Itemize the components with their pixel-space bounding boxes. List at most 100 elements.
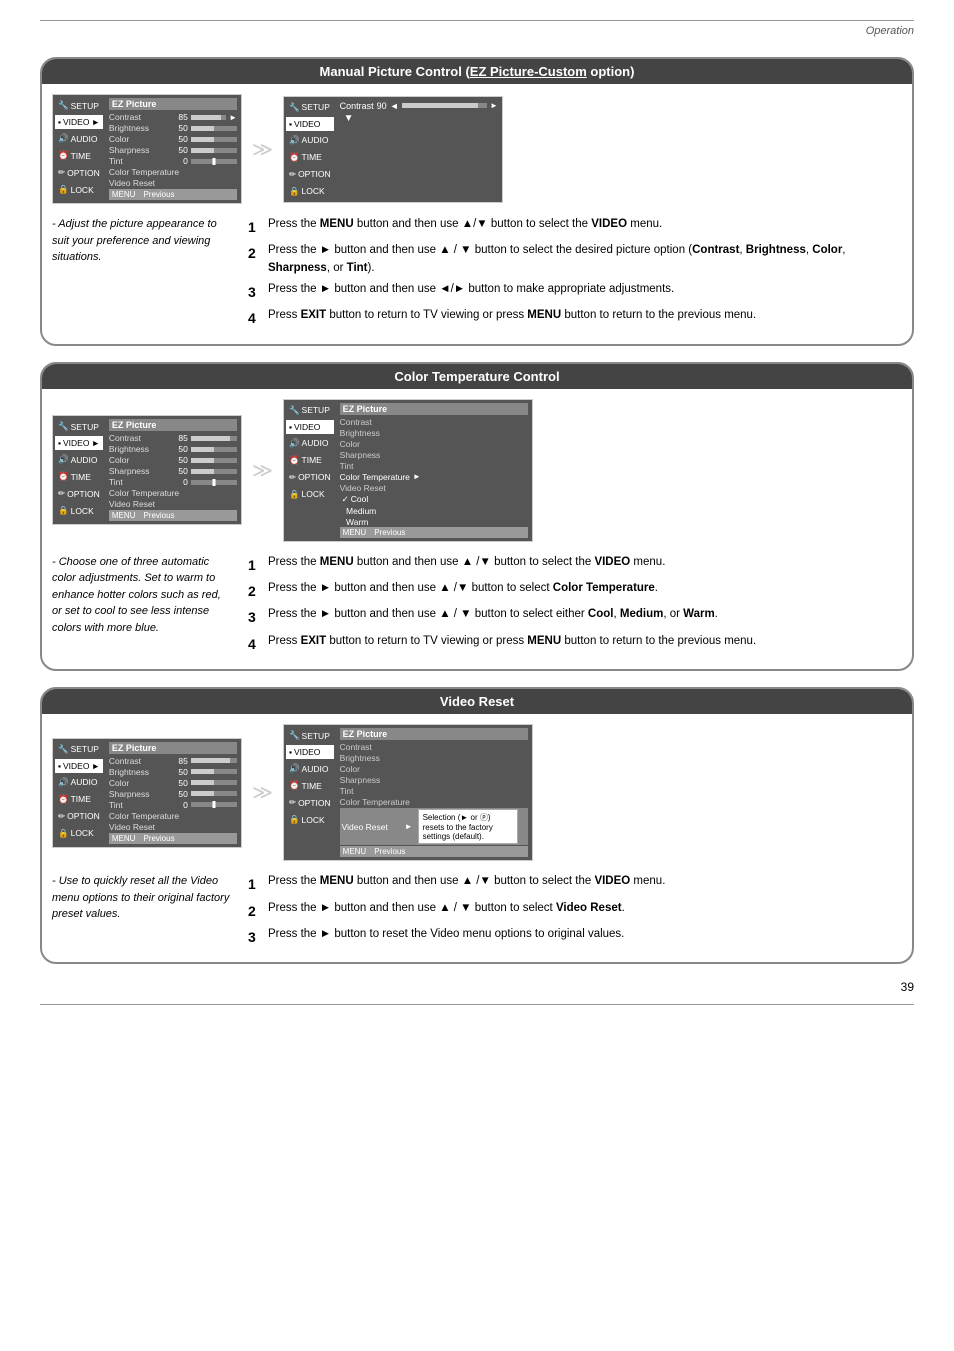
menu-sidebar-right1: 🔧 SETUP ▪ VIDEO 🔊 AUDIO ⏰ bbox=[284, 97, 336, 202]
s3-colortemp: Color Temperature bbox=[109, 811, 237, 821]
color-temp-options: ✓Cool Medium Warm bbox=[340, 494, 528, 527]
section3-panels: 🔧SETUP ▪VIDEO► 🔊AUDIO ⏰TIME ✏OPTION 🔒LOC… bbox=[52, 724, 902, 861]
step1-4-text: Press EXIT button to return to TV viewin… bbox=[268, 307, 902, 324]
section3-content: 🔧SETUP ▪VIDEO► 🔊AUDIO ⏰TIME ✏OPTION 🔒LOC… bbox=[42, 714, 912, 962]
color-value: 50 bbox=[172, 134, 188, 144]
tint-indicator bbox=[212, 158, 215, 165]
menu-bottom-previous: Previous bbox=[143, 190, 174, 199]
menu-sidebar-s2r: 🔧SETUP ▪VIDEO 🔊AUDIO ⏰TIME ✏OPTION 🔒LOCK bbox=[284, 400, 336, 541]
contrast-90-arrow-left: ◄ bbox=[390, 101, 399, 111]
ez-picture-header: EZ Picture bbox=[109, 98, 237, 110]
section1-content: 🔧 SETUP ▪ VIDEO ► 🔊 AUDIO bbox=[42, 84, 912, 344]
s2r-ez-header: EZ Picture bbox=[340, 403, 528, 415]
s2r-contrast: Contrast bbox=[340, 417, 528, 427]
page-number: 39 bbox=[40, 980, 914, 994]
section2-panels: 🔧SETUP ▪VIDEO► 🔊AUDIO ⏰TIME ✏OPTION 🔒LOC… bbox=[52, 399, 902, 542]
section3-title: Video Reset bbox=[42, 689, 912, 714]
video-icon: ▪ bbox=[58, 117, 61, 127]
step3-2: 2 Press the ► button and then use ▲ / ▼ … bbox=[248, 900, 902, 922]
cool-option: ✓Cool bbox=[342, 494, 528, 505]
lock-icon: 🔒 bbox=[58, 184, 69, 195]
s3-sharpness: Sharpness50 bbox=[109, 789, 237, 799]
s2r-option: ✏OPTION bbox=[286, 470, 334, 485]
step2-1-text: Press the MENU button and then use ▲ /▼ … bbox=[268, 554, 902, 571]
section3-arrow: ≫ bbox=[252, 780, 273, 805]
s2-videoreset: Video Reset bbox=[109, 499, 237, 509]
sharpness-bar bbox=[191, 148, 237, 153]
sidebar-lock: 🔒 LOCK bbox=[55, 182, 103, 197]
menu-sidebar-s3r: 🔧SETUP ▪VIDEO 🔊AUDIO ⏰TIME ✏OPTION 🔒LOCK bbox=[284, 725, 336, 860]
s3-ez-header: EZ Picture bbox=[109, 742, 237, 754]
color-label: Color bbox=[109, 134, 169, 144]
s3-tint: Tint0 bbox=[109, 800, 237, 810]
s2r-tint: Tint bbox=[340, 461, 528, 471]
section2-steps: 1 Press the MENU button and then use ▲ /… bbox=[248, 554, 902, 660]
s3r-tint: Tint bbox=[340, 786, 528, 796]
s3-color: Color50 bbox=[109, 778, 237, 788]
s3-option: ✏OPTION bbox=[55, 809, 103, 824]
s3r-sharpness: Sharpness bbox=[340, 775, 528, 785]
s2r-color: Color bbox=[340, 439, 528, 449]
section2-side-note: - Choose one of three automatic color ad… bbox=[52, 554, 232, 660]
s2-video: ▪VIDEO► bbox=[55, 436, 103, 450]
step2-2-num: 2 bbox=[248, 580, 262, 602]
brightness-row: Brightness 50 bbox=[109, 123, 237, 133]
sharpness-bar-fill bbox=[191, 148, 214, 153]
tint-value: 0 bbox=[172, 156, 188, 166]
option-label-r1: OPTION bbox=[298, 169, 331, 179]
contrast-90-arrow-right: ► bbox=[490, 101, 498, 110]
contrast-90-label: Contrast bbox=[340, 101, 374, 111]
step1-2-num: 2 bbox=[248, 242, 262, 264]
audio-label-r1: AUDIO bbox=[302, 135, 329, 145]
step1-2: 2 Press the ► button and then use ▲ / ▼ … bbox=[248, 242, 902, 277]
menu-main-s3r: EZ Picture Contrast Brightness Color Sha… bbox=[336, 725, 532, 860]
bottom-divider bbox=[40, 1004, 914, 1005]
contrast-90-fill bbox=[402, 103, 479, 108]
brightness-bar bbox=[191, 126, 237, 131]
sidebar-video: ▪ VIDEO ► bbox=[55, 115, 103, 129]
s3r-brightness: Brightness bbox=[340, 753, 528, 763]
step1-2-text: Press the ► button and then use ▲ / ▼ bu… bbox=[268, 242, 902, 277]
s2r-brightness: Brightness bbox=[340, 428, 528, 438]
lock-label-r1: LOCK bbox=[302, 186, 325, 196]
section2-right-panel: 🔧SETUP ▪VIDEO 🔊AUDIO ⏰TIME ✏OPTION 🔒LOCK… bbox=[283, 399, 533, 542]
s3-video: ▪VIDEO► bbox=[55, 759, 103, 773]
color-bar bbox=[191, 137, 237, 142]
sidebar-setup: 🔧 SETUP bbox=[55, 98, 103, 113]
step2-3-text: Press the ► button and then use ▲ / ▼ bu… bbox=[268, 606, 902, 623]
sharpness-row: Sharpness 50 bbox=[109, 145, 237, 155]
s2r-video: ▪VIDEO bbox=[286, 420, 334, 434]
contrast-row: Contrast 85 ► bbox=[109, 112, 237, 122]
section1-side-note: - Adjust the picture appearance to suit … bbox=[52, 216, 232, 334]
menu-sidebar-s2l: 🔧SETUP ▪VIDEO► 🔊AUDIO ⏰TIME ✏OPTION 🔒LOC… bbox=[53, 416, 105, 524]
s2r-videoreset: Video Reset bbox=[340, 483, 528, 493]
time-label: TIME bbox=[71, 151, 91, 161]
s2r-lock: 🔒LOCK bbox=[286, 487, 334, 502]
s3r-time: ⏰TIME bbox=[286, 778, 334, 793]
tint-row: Tint 0 bbox=[109, 156, 237, 166]
section2-box: Color Temperature Control 🔧SETUP ▪VIDEO►… bbox=[40, 362, 914, 672]
contrast-90-bar bbox=[402, 103, 487, 108]
step2-4: 4 Press EXIT button to return to TV view… bbox=[248, 633, 902, 655]
option-icon: ✏ bbox=[58, 167, 65, 178]
s3r-option: ✏OPTION bbox=[286, 795, 334, 810]
step3-1-num: 1 bbox=[248, 873, 262, 895]
s3-audio: 🔊AUDIO bbox=[55, 775, 103, 790]
brightness-label: Brightness bbox=[109, 123, 169, 133]
s2-brightness: Brightness50 bbox=[109, 444, 237, 454]
step1-3-num: 3 bbox=[248, 281, 262, 303]
step3-2-num: 2 bbox=[248, 900, 262, 922]
brightness-bar-fill bbox=[191, 126, 214, 131]
section2-arrow: ≫ bbox=[252, 458, 273, 483]
section2-left-panel: 🔧SETUP ▪VIDEO► 🔊AUDIO ⏰TIME ✏OPTION 🔒LOC… bbox=[52, 415, 242, 525]
s2-sharpness: Sharpness50 bbox=[109, 466, 237, 476]
section1-right-panel: 🔧 SETUP ▪ VIDEO 🔊 AUDIO ⏰ bbox=[283, 96, 503, 203]
section2-instructions: - Choose one of three automatic color ad… bbox=[52, 554, 902, 660]
color-temp-row: Color Temperature bbox=[109, 167, 237, 177]
lock-label: LOCK bbox=[71, 185, 94, 195]
brightness-value: 50 bbox=[172, 123, 188, 133]
s3-contrast: Contrast85 bbox=[109, 756, 237, 766]
section1-left-panel: 🔧 SETUP ▪ VIDEO ► 🔊 AUDIO bbox=[52, 94, 242, 204]
contrast-right-inner: Contrast 90 ◄ ► ▼ bbox=[336, 97, 502, 202]
s3r-audio: 🔊AUDIO bbox=[286, 761, 334, 776]
